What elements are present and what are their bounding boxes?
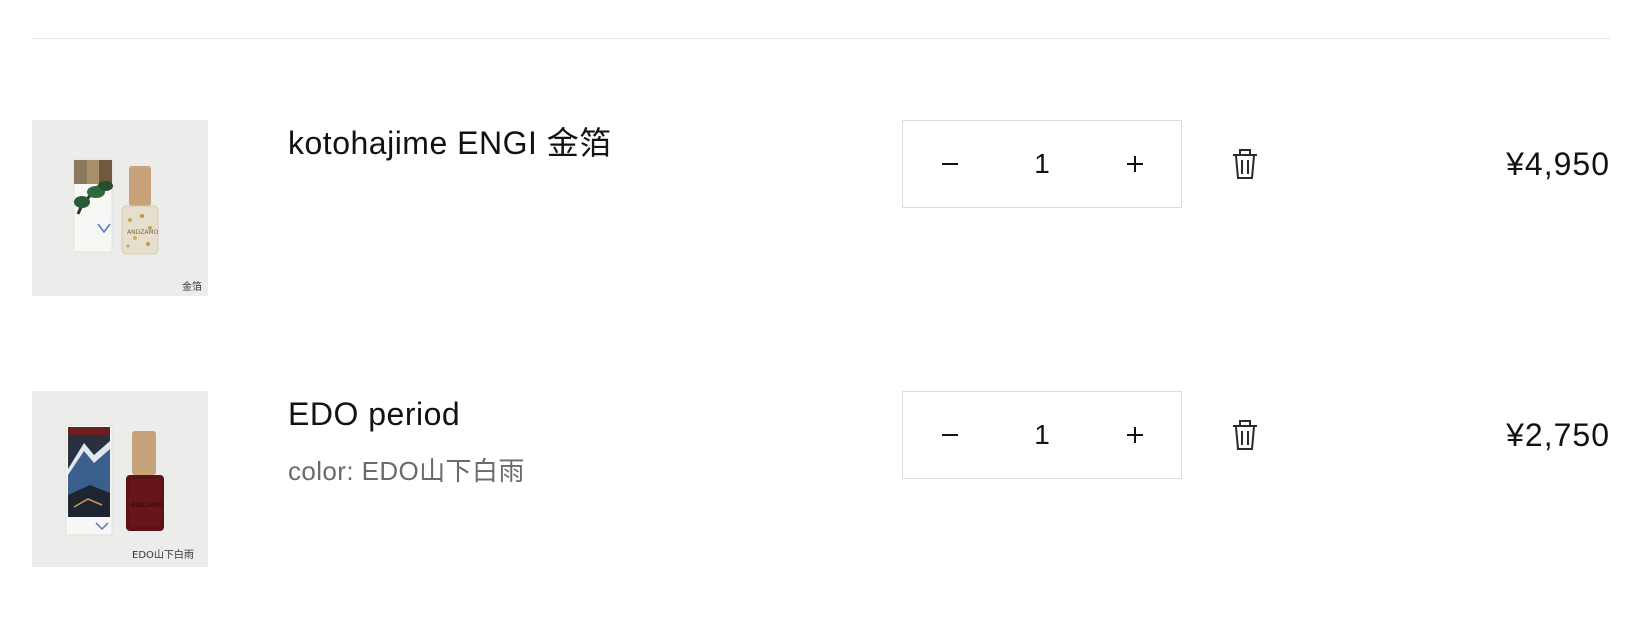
- svg-text:ANDZAMO: ANDZAMO: [127, 229, 159, 236]
- plus-icon[interactable]: [1088, 121, 1181, 207]
- product-option: color: EDO山下白雨: [288, 456, 525, 486]
- nail-polish-box-image: ANDZAMO: [32, 120, 208, 296]
- svg-text:ANDZAMO: ANDZAMO: [131, 502, 163, 509]
- cart-top-divider: [32, 38, 1610, 39]
- plus-icon[interactable]: [1088, 392, 1181, 478]
- trash-icon[interactable]: [1230, 419, 1260, 451]
- item-price: ¥4,950: [1506, 146, 1610, 182]
- product-name[interactable]: kotohajime ENGI 金箔: [288, 123, 888, 163]
- cart-item: ANDZAMO 金箔 kotohajime ENGI 金箔 1 ¥4,950: [32, 120, 1610, 296]
- quantity-value[interactable]: 1: [996, 419, 1088, 451]
- quantity-value[interactable]: 1: [996, 148, 1088, 180]
- quantity-stepper: 1: [902, 391, 1182, 479]
- minus-icon[interactable]: [903, 392, 996, 478]
- trash-icon[interactable]: [1230, 148, 1260, 180]
- product-name[interactable]: EDO period: [288, 394, 888, 434]
- nail-polish-box-image: ANDZAMO: [32, 391, 208, 567]
- product-image[interactable]: ANDZAMO EDO山下白雨: [32, 391, 208, 567]
- minus-icon[interactable]: [903, 121, 996, 207]
- item-price: ¥2,750: [1506, 417, 1610, 453]
- product-image[interactable]: ANDZAMO 金箔: [32, 120, 208, 296]
- thumbnail-label: 金箔: [182, 282, 202, 293]
- product-info: kotohajime ENGI 金箔: [288, 120, 888, 163]
- quantity-stepper: 1: [902, 120, 1182, 208]
- cart-item: ANDZAMO EDO山下白雨 EDO period color: EDO山下白…: [32, 391, 1610, 567]
- thumbnail-label: EDO山下白雨: [132, 550, 194, 561]
- product-info: EDO period color: EDO山下白雨: [288, 391, 888, 488]
